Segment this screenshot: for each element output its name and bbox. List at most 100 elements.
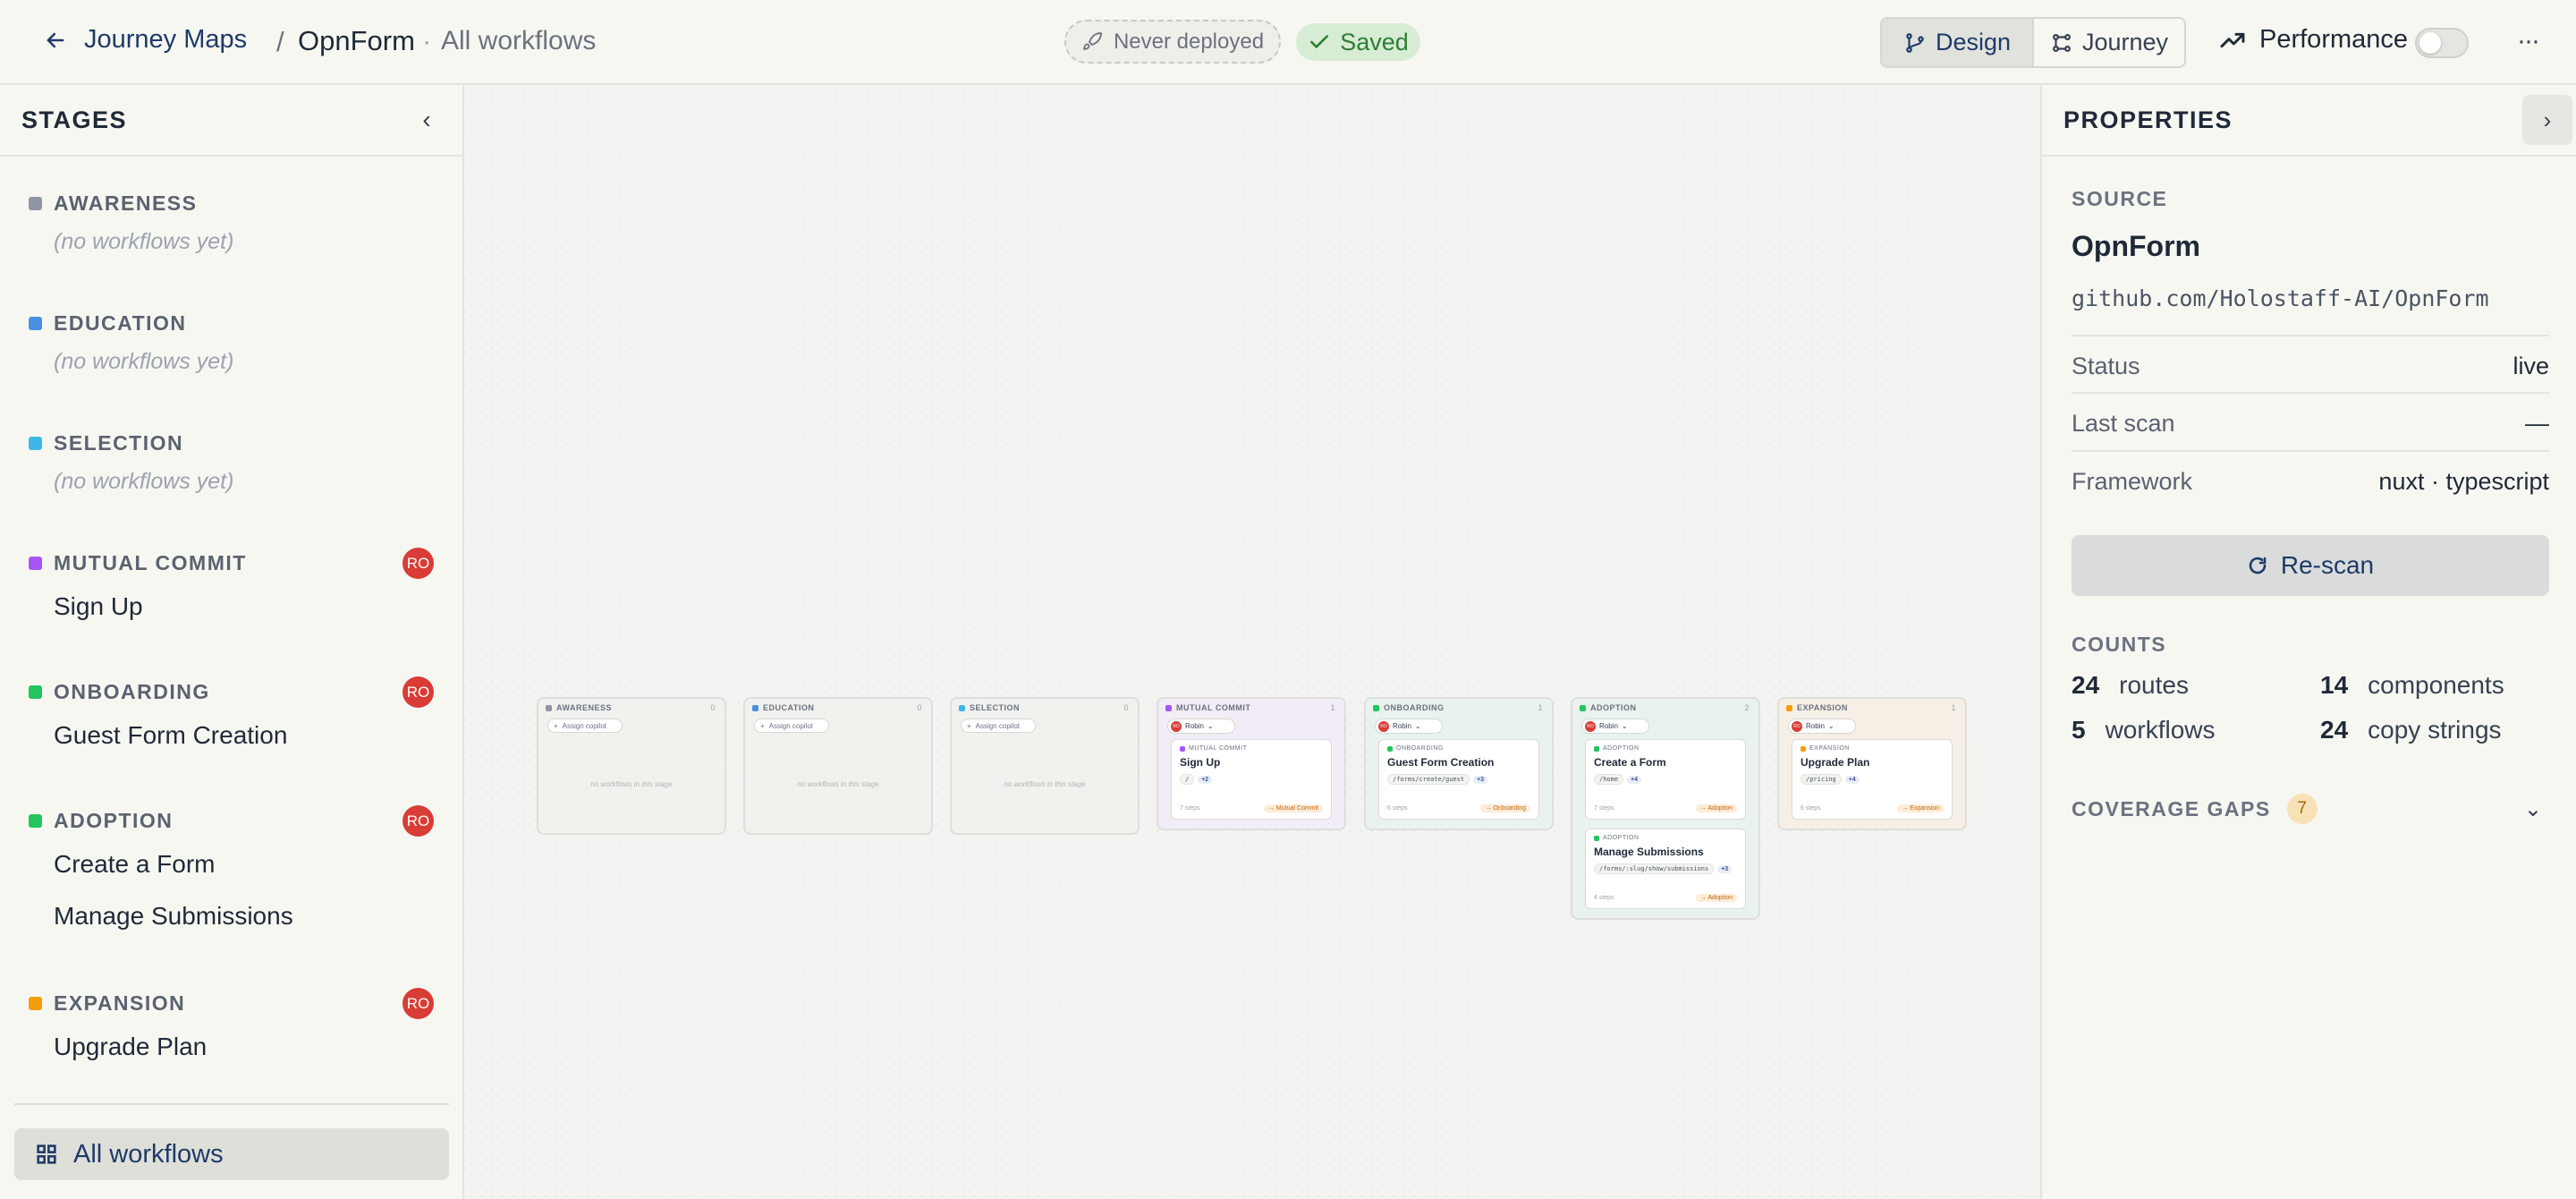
stage-color-dot [29,996,42,1010]
owner-avatar[interactable]: RO [402,676,434,708]
collapse-properties-button[interactable]: › [2522,95,2572,145]
collapse-sidebar-button[interactable]: ‹ [412,106,441,134]
rescan-button[interactable]: Re-scan [2072,535,2549,596]
empty-column-note: no workflows in this stage [797,779,879,788]
stage-color-dot [1373,704,1379,711]
mode-journey-button[interactable]: Journey [2032,19,2184,66]
performance-toggle[interactable] [2415,28,2469,58]
stage-column-count: 0 [917,703,922,712]
stage-header[interactable]: EXPANSION RO [0,985,464,1021]
workflow-card[interactable]: MUTUAL COMMIT Sign Up / +2 7 steps → Mutual C… [1171,739,1332,820]
sidebar-workflow-item[interactable]: Manage Submissions [0,890,464,942]
stage-name: MUTUAL COMMIT [54,550,247,574]
assign-copilot-button[interactable]: + Assign copilot [547,719,623,733]
plus-icon: + [967,721,971,730]
stage-group: MUTUAL COMMIT RO Sign Up [0,545,464,633]
owner-avatar[interactable]: RO [402,805,434,837]
owner-chip[interactable]: RO Robin ⌄ [1788,719,1856,734]
stage-column-count: 1 [1538,703,1543,712]
coverage-gaps-toggle[interactable]: COVERAGE GAPS 7 ⌄ [2072,791,2549,827]
stage-name: ONBOARDING [54,679,210,703]
count-number: 14 [2320,671,2349,699]
stage-column-name: MUTUAL COMMIT [1176,703,1251,712]
stage-header[interactable]: ONBOARDING RO [0,674,464,710]
stage-column-name: EXPANSION [1797,703,1848,712]
stage-color-dot [29,196,42,210]
workflow-card[interactable]: ADOPTION Create a Form/home +4 7 steps → Ado… [1585,739,1746,820]
stage-header[interactable]: SELECTION [0,425,464,461]
owner-avatar[interactable]: RO [402,988,434,1019]
stage-column-count: 1 [1330,703,1335,712]
performance-label: Performance [2259,25,2409,54]
empty-stage-note: (no workflows yet) [54,348,234,374]
deploy-status-badge: Never deployed [1064,20,1281,64]
stage-column-count: 0 [710,703,716,712]
stage-column: ADOPTION 2 RO Robin ⌄ ADOPTION Create a Form/h… [1571,697,1760,920]
stage-header[interactable]: MUTUAL COMMIT RO [0,545,464,581]
workflow-card[interactable]: ADOPTION Manage Submissions/forms/:slug/s… [1585,829,1746,909]
stage-color-dot [1180,745,1185,752]
stage-column-header: AWARENESS 0 [538,699,724,717]
chevron-down-icon: ⌄ [2523,797,2542,821]
card-stage-tag: → Adoption [1695,804,1737,812]
stage-color-dot [1580,704,1586,711]
breadcrumb-project[interactable]: OpnForm [298,25,415,57]
sidebar-workflow-item[interactable]: Create a Form [0,838,464,890]
card-footer: 6 steps → Onboarding [1387,804,1530,812]
breadcrumb-separator: / [276,26,284,57]
arrow-left-icon [47,32,64,47]
card-route: /pricing [1801,774,1842,785]
sidebar-workflow-item[interactable]: Sign Up [0,581,464,633]
stage-header[interactable]: AWARENESS [0,185,464,221]
properties-title: PROPERTIES [2063,106,2233,133]
assign-copilot-button[interactable]: + Assign copilot [961,719,1036,733]
owner-chip[interactable]: RO Robin ⌄ [1581,719,1649,734]
count-routes: 24 routes [2072,671,2189,700]
owner-avatar: RO [1171,720,1182,732]
sidebar-workflow-item[interactable]: Guest Form Creation [0,710,464,761]
card-stage-tag: → Onboarding [1480,804,1530,812]
card-steps: 7 steps [1180,805,1200,812]
card-stage-label: MUTUAL COMMIT [1180,745,1323,752]
card-stage-name: MUTUAL COMMIT [1189,745,1248,752]
empty-column-note: no workflows in this stage [1004,779,1086,788]
stage-column-header: EXPANSION 1 [1779,699,1965,717]
stage-column-header: ADOPTION 2 [1572,699,1758,717]
stage-column-count: 0 [1123,703,1129,712]
owner-chip[interactable]: RO Robin ⌄ [1167,719,1235,734]
plus-icon: + [760,721,765,730]
sidebar-title: STAGES [21,106,128,133]
stage-column: SELECTION 0 + Assign copilot no workflows in… [950,697,1140,835]
card-route: /forms/create/guest [1387,774,1470,785]
journey-canvas[interactable]: AWARENESS 0 + Assign copilot no workflows in… [465,85,2040,1199]
owner-chip[interactable]: RO Robin ⌄ [1375,719,1443,734]
assign-copilot-button[interactable]: + Assign copilot [754,719,829,733]
deploy-status-text: Never deployed [1113,29,1265,54]
stage-column-header: SELECTION 0 [952,699,1138,717]
mode-design-button[interactable]: Design [1882,19,2032,66]
owner-name: Robin [1599,722,1618,730]
refresh-icon [2249,557,2267,574]
workflow-card[interactable]: EXPANSION Upgrade Plan/pricing +4 6 steps → … [1792,739,1953,820]
card-stage-label: ONBOARDING [1387,745,1530,752]
stage-group: ADOPTION RO Create a Form Manage Submission… [0,803,464,942]
assign-copilot-label: Assign copilot [768,721,814,730]
owner-avatar[interactable]: RO [402,548,434,579]
stage-header[interactable]: EDUCATION [0,305,464,341]
workflow-card[interactable]: ONBOARDING Guest Form Creation/forms/crea… [1378,739,1539,820]
card-stage-tag: → Adoption [1695,894,1737,902]
card-routes: /forms/create/guest +3 [1387,774,1530,785]
chevron-down-icon: ⌄ [1827,722,1835,730]
stage-color-dot [1387,745,1393,752]
stage-group: AWARENESS (no workflows yet) [0,185,464,262]
more-menu-button[interactable]: ··· [2510,23,2546,59]
sidebar-workflow-item[interactable]: Upgrade Plan [0,1021,464,1073]
card-stage-name: EXPANSION [1809,745,1850,752]
chevron-down-icon: ⌄ [1621,722,1628,730]
back-to-journey-maps[interactable]: Journey Maps [43,25,247,55]
stage-color-dot [29,316,42,330]
all-workflows-button[interactable]: All workflows [14,1128,449,1180]
stage-header[interactable]: ADOPTION RO [0,803,464,838]
assign-copilot-label: Assign copilot [975,721,1021,730]
property-row-framework: Framework nuxt · typescript [2072,450,2549,509]
